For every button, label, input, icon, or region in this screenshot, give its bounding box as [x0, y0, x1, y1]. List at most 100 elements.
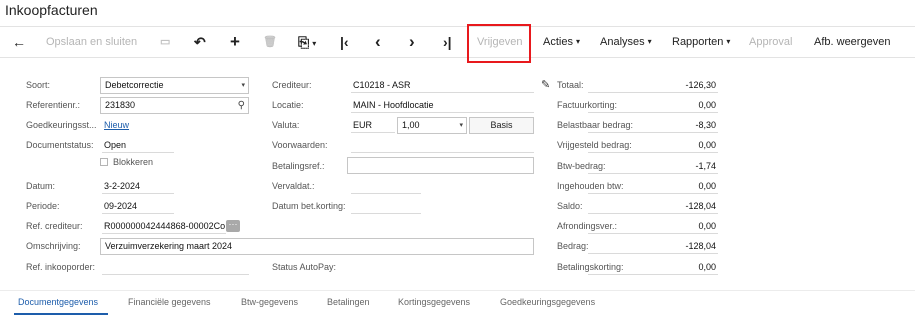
- toolbar: ← Opslaan en sluiten ▭ ↶ + 🗑 ⎘ ▾ |‹ ‹ › ›…: [0, 26, 915, 58]
- save-and-close-button[interactable]: Opslaan en sluiten: [46, 27, 137, 57]
- undo-icon: ↶: [194, 34, 206, 50]
- next-record-button[interactable]: ›: [409, 27, 415, 57]
- edit-icon[interactable]: ✎: [541, 78, 550, 91]
- document-status-value: Open: [102, 137, 174, 153]
- approval-button[interactable]: Approval: [749, 27, 792, 57]
- rate-select[interactable]: 1,00 ▾: [397, 117, 467, 134]
- plus-icon: +: [230, 32, 240, 51]
- tab-document-details[interactable]: Documentgegevens: [18, 297, 98, 307]
- search-icon: ⚲: [237, 100, 245, 111]
- previous-record-button[interactable]: ‹: [375, 27, 381, 57]
- release-highlight-box: [467, 24, 531, 63]
- balance-value: -128,04: [588, 198, 718, 214]
- save-button[interactable]: ▭: [160, 27, 170, 57]
- vendor-ref-label: Ref. crediteur:: [26, 221, 83, 231]
- taxable-amount-value: -8,30: [588, 117, 718, 133]
- amount-value: -128,04: [588, 238, 718, 254]
- basis-button[interactable]: Basis: [469, 117, 534, 134]
- vendor-label: Crediteur:: [272, 80, 312, 90]
- description-input[interactable]: Verzuimverzekering maart 2024: [100, 238, 534, 255]
- withheld-vat-value: 0,00: [588, 178, 718, 194]
- payment-ref-input[interactable]: [347, 157, 534, 174]
- more-icon[interactable]: ···: [226, 220, 240, 232]
- approval-status-link[interactable]: Nieuw: [104, 120, 129, 130]
- reference-nr-input[interactable]: 231830 ⚲: [100, 97, 249, 114]
- chevron-right-icon: ›: [409, 32, 415, 51]
- location-label: Locatie:: [272, 100, 304, 110]
- payment-ref-label: Betalingsref.:: [272, 161, 325, 171]
- reports-menu[interactable]: Rapporten ▾: [672, 27, 730, 57]
- discount-date-label: Datum bet.korting:: [272, 201, 346, 211]
- total-value: -126,30: [588, 77, 718, 93]
- trash-icon: 🗑: [263, 36, 277, 48]
- period-value[interactable]: 09-2024: [102, 198, 174, 214]
- actions-menu[interactable]: Acties ▾: [543, 27, 580, 57]
- actions-label: Acties: [543, 36, 573, 48]
- reference-nr-label: Referentienr.:: [26, 100, 81, 110]
- add-button[interactable]: +: [230, 27, 240, 57]
- delete-button[interactable]: 🗑: [263, 27, 277, 57]
- po-ref-value[interactable]: [102, 259, 249, 275]
- discount-date-value[interactable]: [351, 198, 421, 214]
- tab-financial-details[interactable]: Financiële gegevens: [128, 297, 211, 307]
- undo-button[interactable]: ↶: [194, 27, 206, 57]
- vendor-ref-value[interactable]: R000000042444868-00002Co: [102, 218, 226, 234]
- currency-value[interactable]: EUR: [351, 117, 395, 133]
- exempt-amount-value: 0,00: [588, 137, 718, 153]
- tab-approval-details[interactable]: Goedkeuringsgegevens: [500, 297, 595, 307]
- invoice-discount-value: 0,00: [588, 97, 718, 113]
- terms-label: Voorwaarden:: [272, 140, 328, 150]
- view-image-button[interactable]: Afb. weergeven: [814, 27, 890, 57]
- description-label: Omschrijving:: [26, 241, 81, 251]
- chevron-down-icon: ▾: [647, 37, 652, 46]
- date-value[interactable]: 3-2-2024: [102, 178, 174, 194]
- currency-label: Valuta:: [272, 120, 300, 130]
- copy-paste-button[interactable]: ⎘ ▾: [298, 27, 316, 57]
- rounding-diff-value: 0,00: [588, 218, 718, 234]
- save-icon: ▭: [160, 36, 171, 48]
- first-icon: |‹: [340, 34, 349, 50]
- rate-value: 1,00: [402, 120, 420, 130]
- period-label: Periode:: [26, 201, 60, 211]
- back-button[interactable]: ←: [12, 27, 26, 57]
- last-record-button[interactable]: ›|: [443, 27, 452, 57]
- payment-discount-value: 0,00: [588, 259, 718, 275]
- chevron-down-icon: ▾: [241, 82, 245, 89]
- block-checkbox[interactable]: [100, 158, 108, 166]
- terms-value[interactable]: [351, 137, 534, 153]
- chevron-down-icon: ▾: [726, 37, 731, 46]
- document-header-form: Soort: Debetcorrectie ▾ Referentienr.: 23…: [0, 65, 915, 280]
- amount-label: Bedrag:: [557, 241, 589, 251]
- chevron-down-icon: ▾: [312, 39, 317, 48]
- clipboard-icon: ⎘: [298, 34, 310, 50]
- reference-nr-value: 231830: [105, 100, 136, 110]
- balance-label: Saldo:: [557, 201, 583, 211]
- tab-discount-details[interactable]: Kortingsgegevens: [398, 297, 470, 307]
- tab-vat-details[interactable]: Btw-gegevens: [241, 297, 298, 307]
- analyses-label: Analyses: [600, 36, 645, 48]
- chevron-down-icon: ▾: [459, 122, 463, 129]
- due-date-label: Vervaldat.:: [272, 181, 315, 191]
- block-label: Blokkeren: [113, 157, 154, 167]
- analyses-menu[interactable]: Analyses ▾: [600, 27, 652, 57]
- type-select[interactable]: Debetcorrectie ▾: [100, 77, 249, 94]
- document-status-label: Documentstatus:: [26, 140, 94, 150]
- type-label: Soort:: [26, 80, 51, 90]
- vat-amount-value: -1,74: [588, 158, 718, 174]
- tab-bar: Documentgegevens Financiële gegevens Btw…: [0, 290, 915, 315]
- approval-status-label: Goedkeuringsst...: [26, 120, 97, 130]
- vendor-value[interactable]: C10218 - ASR: [351, 77, 534, 93]
- last-icon: ›|: [443, 34, 452, 50]
- reports-label: Rapporten: [672, 36, 724, 48]
- type-value: Debetcorrectie: [105, 80, 164, 90]
- tab-payments[interactable]: Betalingen: [327, 297, 370, 307]
- location-value[interactable]: MAIN - Hoofdlocatie: [351, 97, 534, 113]
- autopay-status-label: Status AutoPay:: [272, 262, 337, 272]
- date-label: Datum:: [26, 181, 56, 191]
- back-arrow-icon: ←: [12, 34, 26, 50]
- total-label: Totaal:: [557, 80, 584, 90]
- page-title: Inkoopfacturen: [5, 2, 98, 18]
- due-date-value[interactable]: [351, 178, 421, 194]
- first-record-button[interactable]: |‹: [340, 27, 349, 57]
- chevron-left-icon: ‹: [375, 32, 381, 51]
